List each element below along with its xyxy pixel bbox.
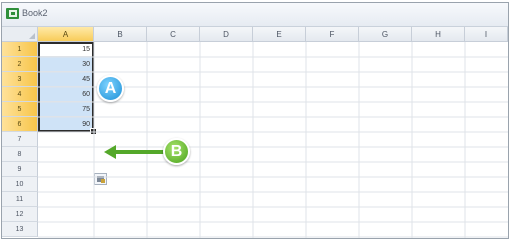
row-header-11[interactable]: 11: [2, 192, 38, 207]
spreadsheet-grid[interactable]: A B C D E F G H I 1 2 3 4 5 6 7 8 9 10 1…: [2, 27, 508, 239]
column-header-d[interactable]: D: [200, 27, 253, 42]
auto-fill-options-button[interactable]: [94, 173, 107, 185]
column-header-e[interactable]: E: [253, 27, 306, 42]
row-header-1[interactable]: 1: [2, 42, 38, 57]
column-header-g[interactable]: G: [359, 27, 412, 42]
column-header-i[interactable]: I: [465, 27, 508, 42]
row-header-7[interactable]: 7: [2, 132, 38, 147]
row-header-4[interactable]: 4: [2, 87, 38, 102]
column-header-b[interactable]: B: [94, 27, 147, 42]
column-header-f[interactable]: F: [306, 27, 359, 42]
column-header-h[interactable]: H: [412, 27, 465, 42]
workbook-icon: [6, 8, 19, 19]
window-title: Book2: [22, 8, 48, 18]
cell-a3[interactable]: 45: [38, 72, 94, 87]
fill-handle[interactable]: [90, 128, 97, 135]
cell-a6[interactable]: 90: [38, 117, 94, 132]
cell-a2[interactable]: 30: [38, 57, 94, 72]
row-header-13[interactable]: 13: [2, 222, 38, 237]
column-header-c[interactable]: C: [147, 27, 200, 42]
row-header-2[interactable]: 2: [2, 57, 38, 72]
row-header-10[interactable]: 10: [2, 177, 38, 192]
row-header-12[interactable]: 12: [2, 207, 38, 222]
row-header-5[interactable]: 5: [2, 102, 38, 117]
cell-a4[interactable]: 60: [38, 87, 94, 102]
excel-window: Book2 A B C D E F G H I 1 2 3 4 5 6 7 8 …: [1, 2, 509, 239]
title-bar: Book2: [2, 3, 508, 27]
row-header-8[interactable]: 8: [2, 147, 38, 162]
cell-a5[interactable]: 75: [38, 102, 94, 117]
select-all-corner[interactable]: [2, 27, 38, 42]
cell-a1[interactable]: 15: [38, 42, 94, 57]
callout-b-arrow-head: [104, 145, 116, 159]
callout-a: A: [97, 75, 124, 102]
row-header-3[interactable]: 3: [2, 72, 38, 87]
row-header-6[interactable]: 6: [2, 117, 38, 132]
column-header-a[interactable]: A: [38, 27, 94, 42]
callout-b-arrow-line: [114, 150, 164, 154]
row-header-9[interactable]: 9: [2, 162, 38, 177]
callout-b: B: [163, 138, 190, 165]
